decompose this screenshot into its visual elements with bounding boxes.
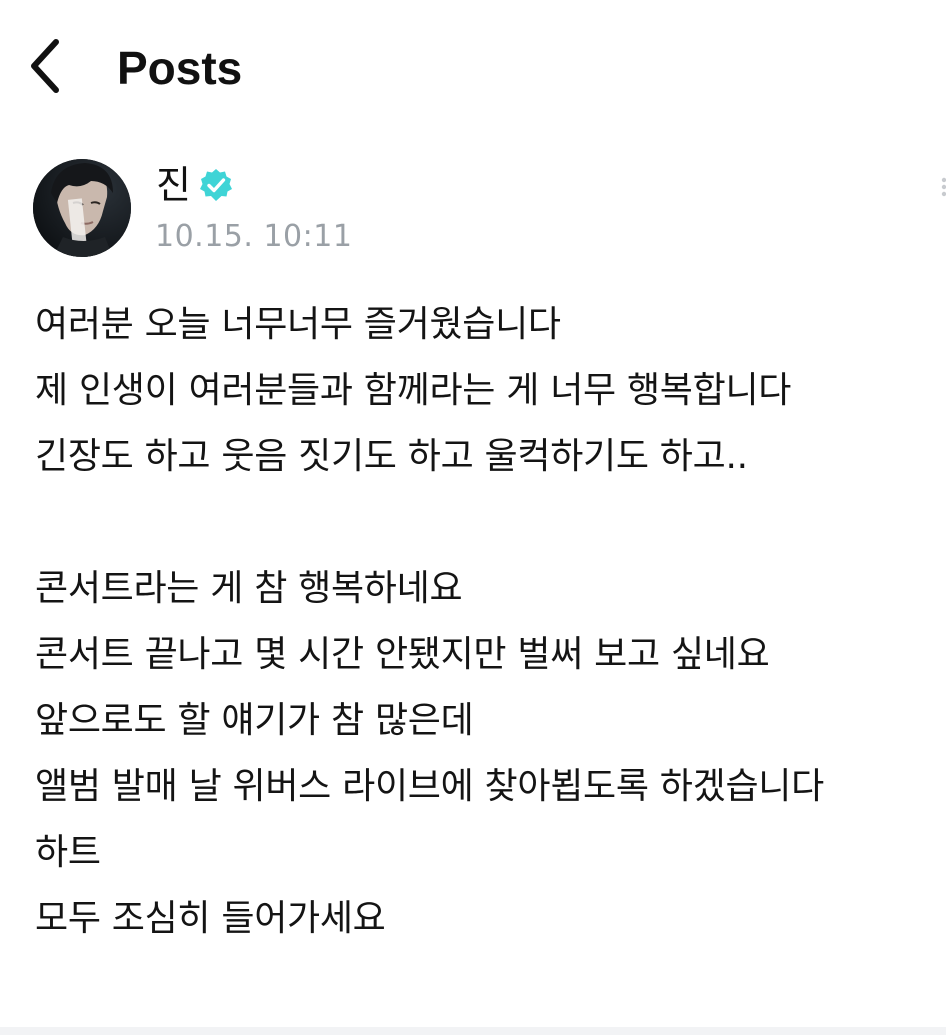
post-line: 모두 조심히 들어가세요 [35,898,386,939]
post-timestamp: 10.15. 10:11 [155,219,353,254]
post-line: 제 인생이 여러분들과 함께라는 게 너무 행복합니다 [35,370,792,411]
post-line: 콘서트라는 게 참 행복하네요 [35,568,463,609]
verified-badge-icon [199,169,232,201]
author-name[interactable]: 진 [156,162,191,208]
page-title: Posts [117,42,243,94]
post-line: 긴장도 하고 웃음 짓기도 하고 울컥하기도 하고.. [35,436,748,477]
avatar-image [33,159,131,257]
post-detail-screen: Posts 진 10.15. 10:11 여러분 오늘 너무너무 즐거웠습니다 … [0,0,946,1035]
post-header: 진 10.15. 10:11 [0,150,946,270]
post-line: 콘서트 끝나고 몇 시간 안됐지만 벌써 보고 싶네요 [35,634,770,675]
back-button[interactable] [14,30,74,102]
post-line: 앨범 발매 날 위버스 라이브에 찾아뵙도록 하겠습니다 [35,766,824,807]
post-line: 하트 [35,832,101,873]
bottom-divider [0,1027,946,1035]
post-line: 여러분 오늘 너무너무 즐거웠습니다 [35,304,561,345]
chevron-left-icon [31,39,59,93]
post-line-blank [35,490,940,556]
post-body: 여러분 오늘 너무너무 즐거웠습니다 제 인생이 여러분들과 함께라는 게 너무… [35,292,940,952]
more-icon[interactable] [938,176,946,198]
author-line: 진 [156,162,233,208]
top-app-bar: Posts [0,0,946,135]
post-line: 앞으로도 할 얘기가 참 많은데 [35,700,474,741]
avatar[interactable] [33,159,131,257]
